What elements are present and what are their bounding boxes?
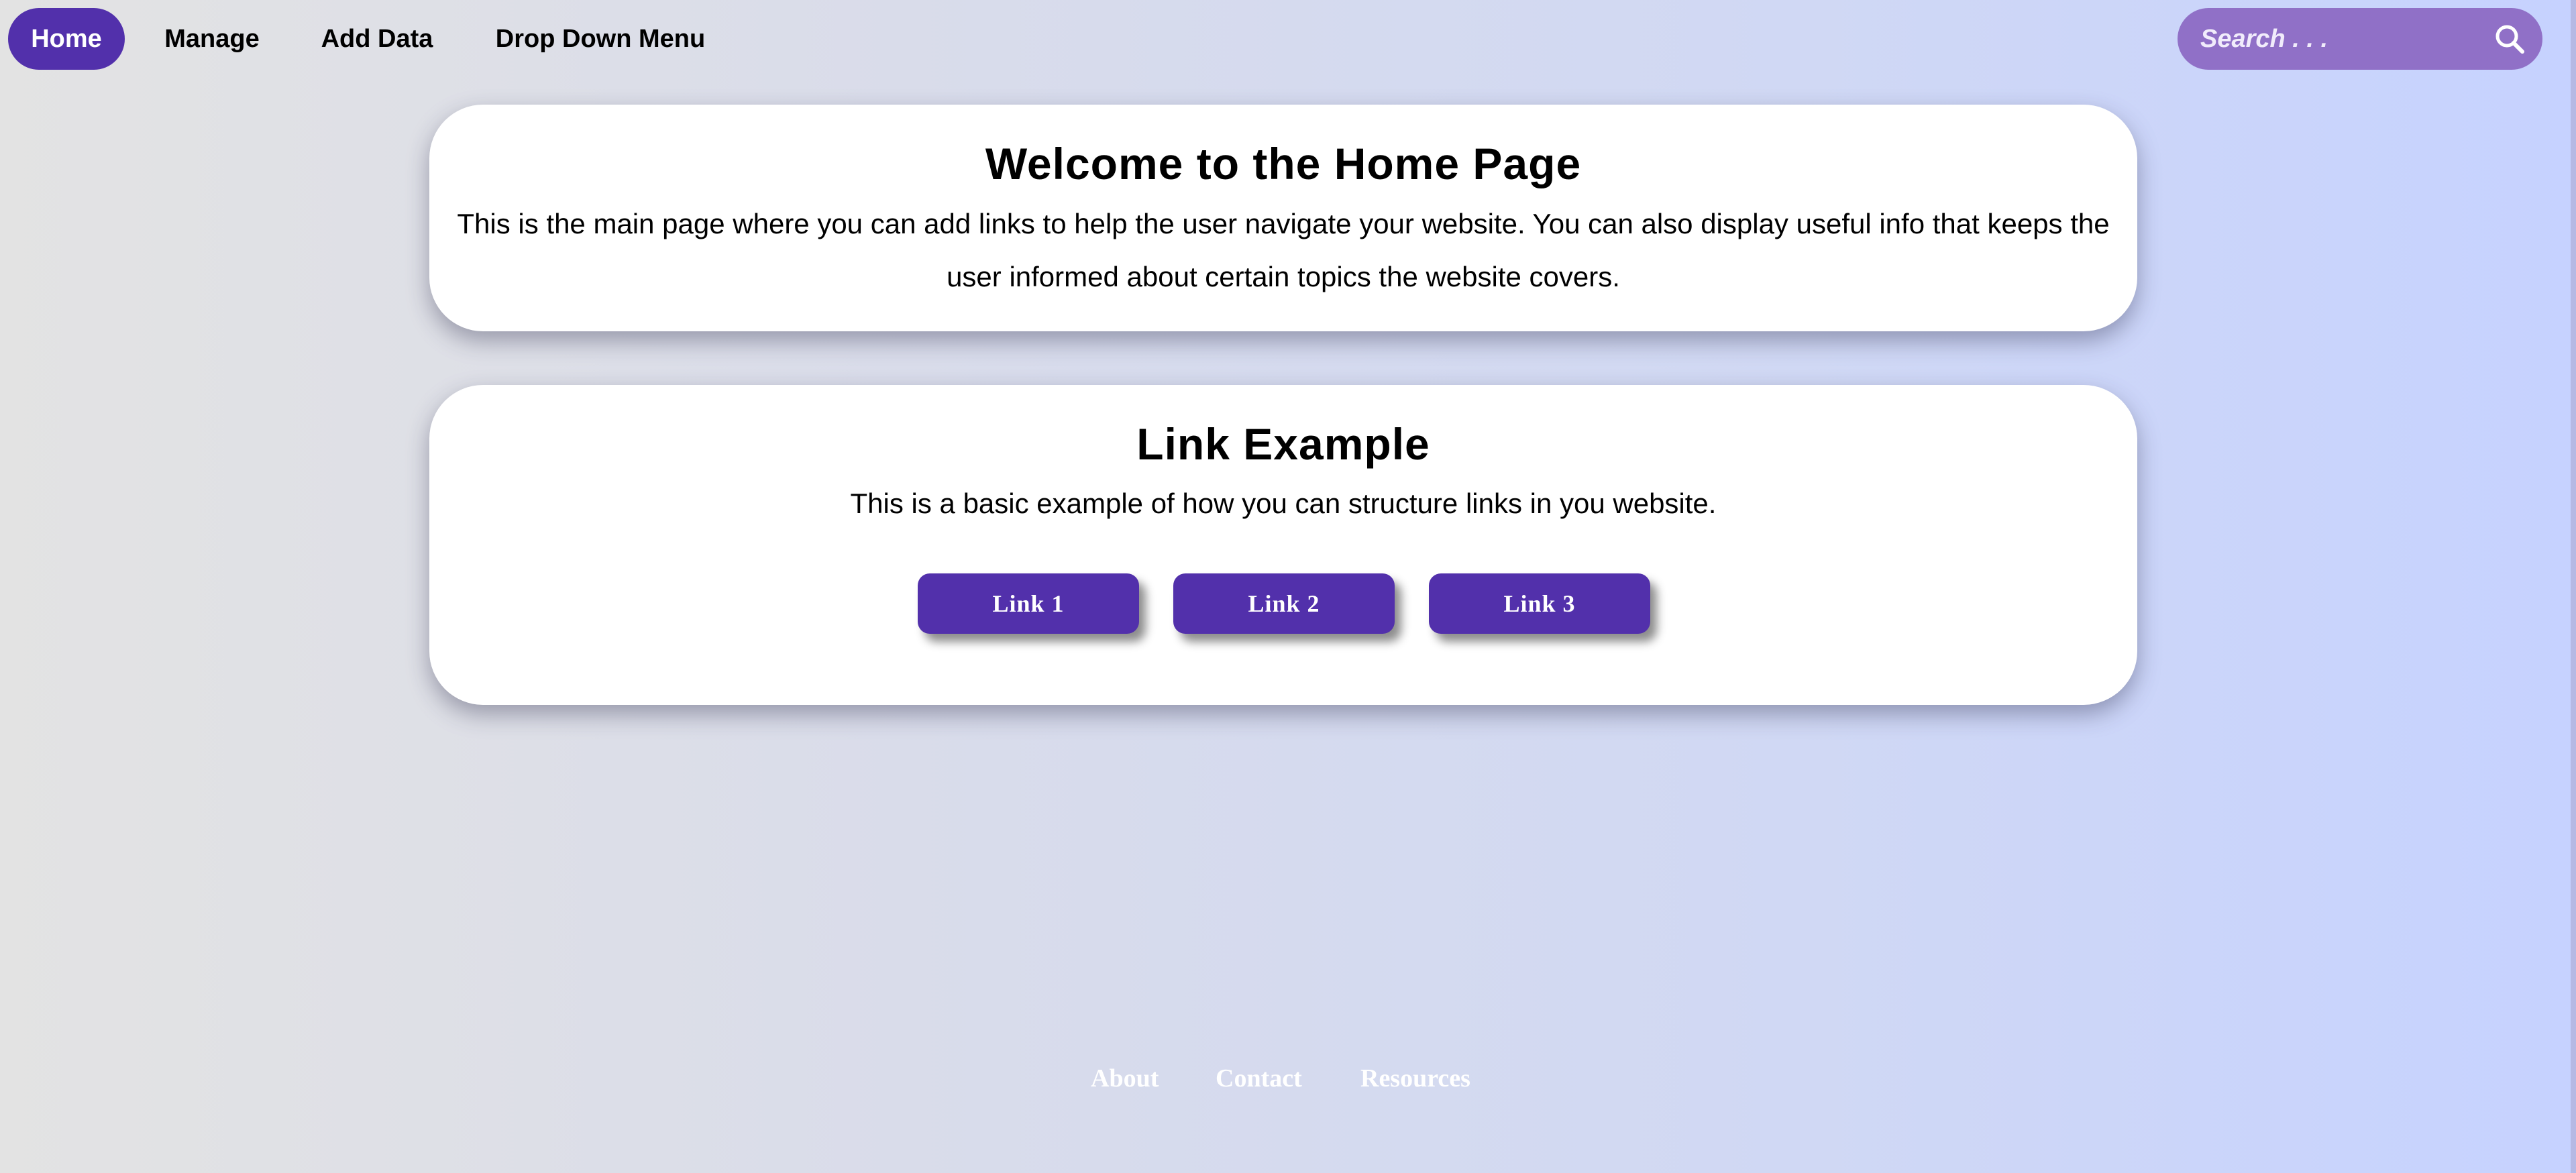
scrollbar[interactable] [2571, 0, 2576, 1173]
footer-link-about[interactable]: About [1091, 1064, 1159, 1093]
footer-link-contact[interactable]: Contact [1216, 1064, 1302, 1093]
link-example-card: Link Example This is a basic example of … [429, 385, 2137, 705]
nav-item-manage[interactable]: Manage [148, 8, 276, 70]
welcome-text: This is the main page where you can add … [457, 208, 2110, 292]
link-2-button[interactable]: Link 2 [1173, 573, 1395, 634]
link-1-button[interactable]: Link 1 [918, 573, 1139, 634]
nav-item-home[interactable]: Home [8, 8, 125, 70]
footer-link-resources[interactable]: Resources [1360, 1064, 1470, 1093]
nav-item-add-data[interactable]: Add Data [310, 8, 444, 70]
top-nav: Home Manage Add Data Drop Down Menu [0, 0, 2576, 78]
link-example-title: Link Example [1136, 419, 1430, 469]
link-button-row: Link 1 Link 2 Link 3 [429, 573, 2137, 635]
search-input[interactable] [2200, 8, 2482, 70]
footer: About Contact Resources [0, 1064, 2576, 1104]
search-bar [2178, 8, 2542, 70]
welcome-title: Welcome to the Home Page [985, 139, 1582, 188]
welcome-card: Welcome to the Home Page This is the mai… [429, 105, 2137, 331]
search-icon[interactable] [2494, 23, 2525, 54]
link-3-button[interactable]: Link 3 [1429, 573, 1650, 634]
nav-item-drop-down-menu[interactable]: Drop Down Menu [483, 8, 718, 70]
link-example-text: This is a basic example of how you can s… [850, 488, 1717, 519]
